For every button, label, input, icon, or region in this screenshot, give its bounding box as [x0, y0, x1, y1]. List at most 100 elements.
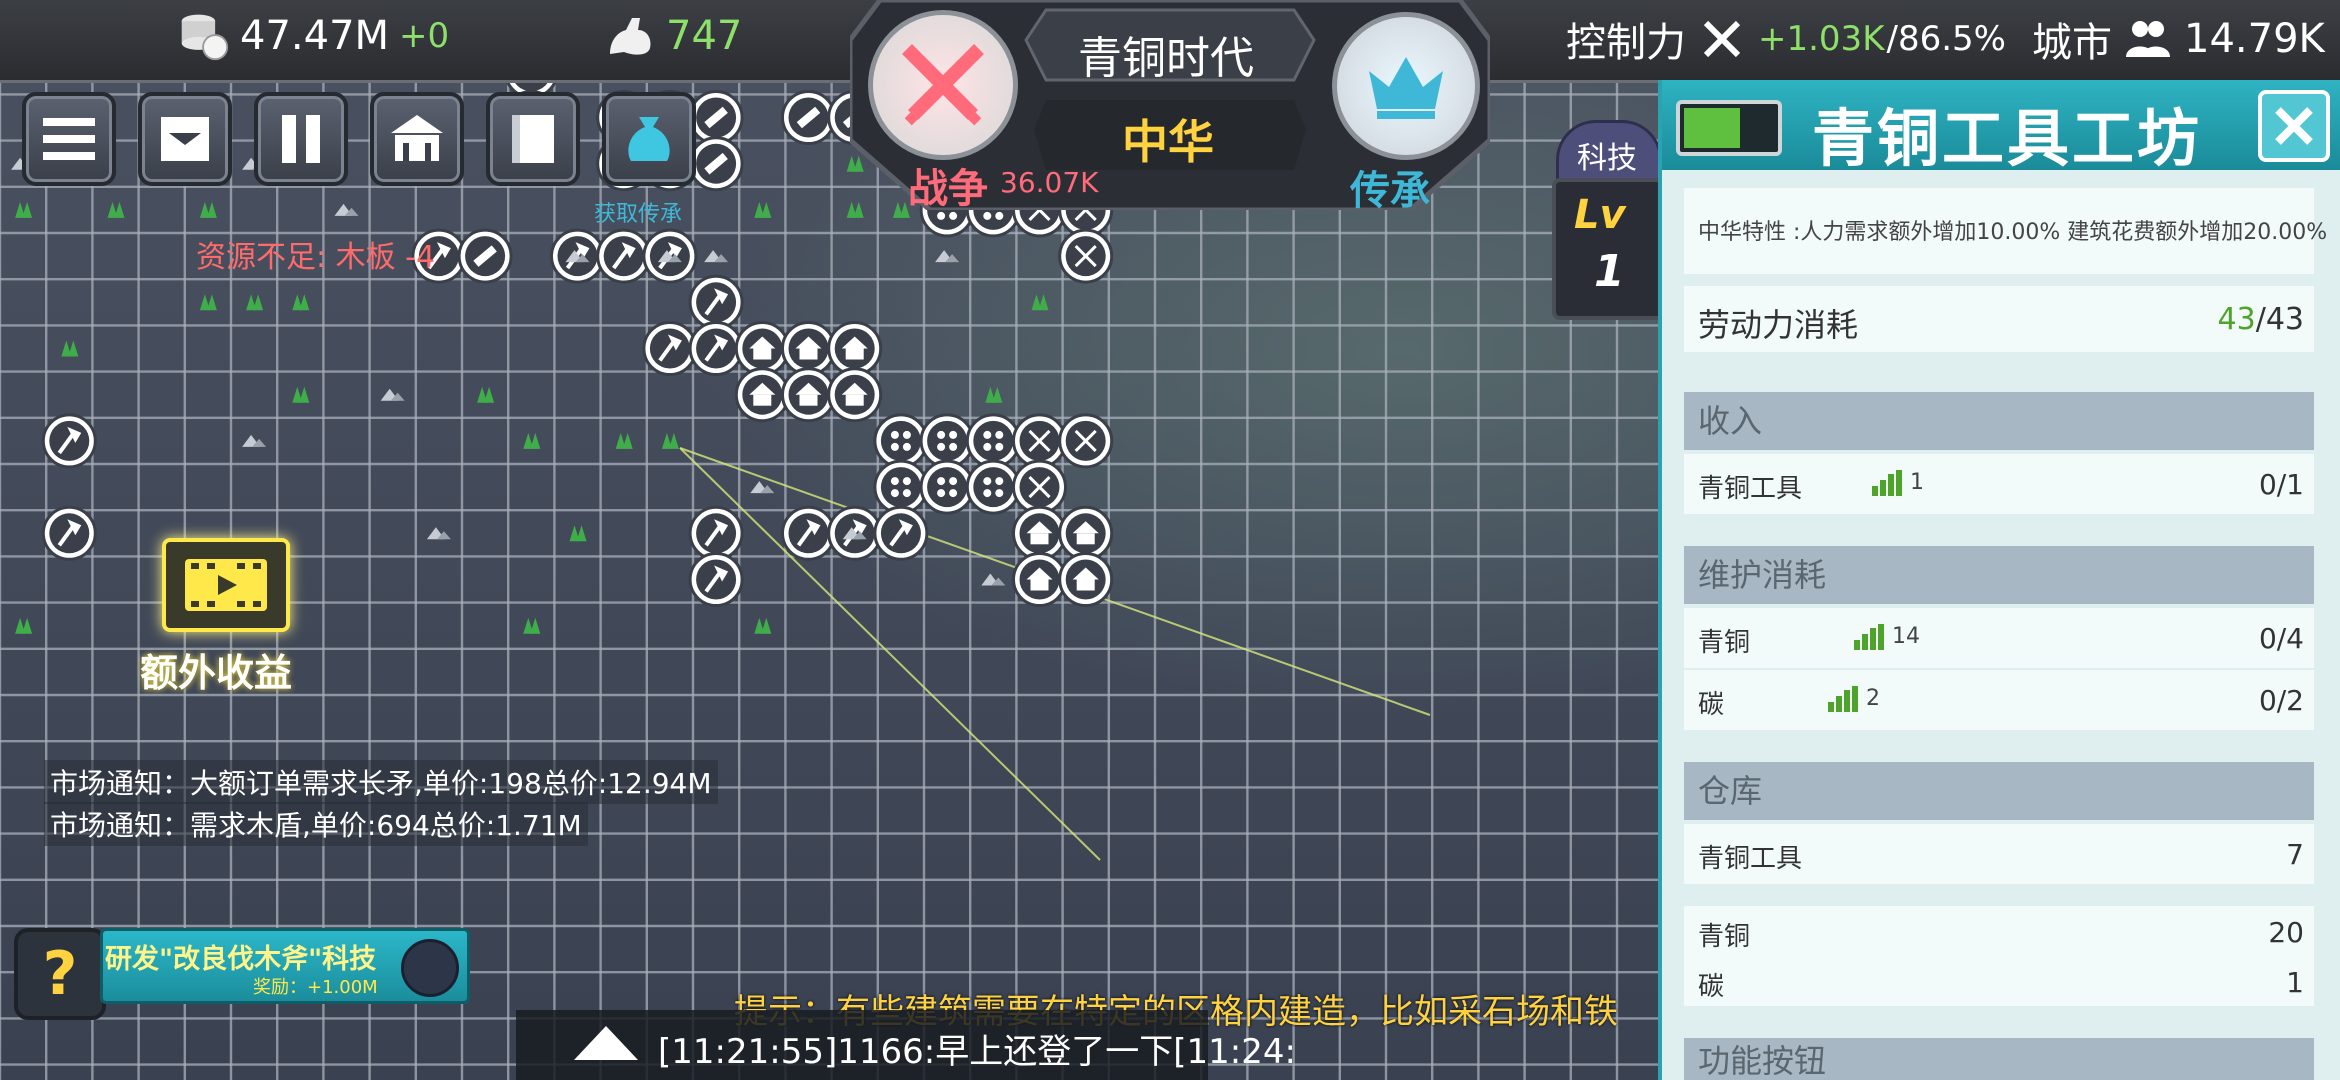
building-tile[interactable] — [41, 413, 97, 469]
help-button[interactable]: ? — [14, 928, 106, 1020]
menu-button[interactable] — [22, 92, 116, 186]
inherit-label: 传承 — [1350, 168, 1430, 214]
building-tile[interactable] — [827, 367, 883, 423]
income-row: 青铜工具 1 0/1 — [1684, 454, 2314, 514]
workshop-toggle[interactable] — [1676, 100, 1782, 156]
building-tile[interactable] — [965, 413, 1021, 469]
building-tile[interactable] — [1012, 552, 1067, 607]
building-tile[interactable] — [1058, 552, 1114, 607]
labor-label: 劳动力消耗 — [1698, 306, 1859, 344]
building-tile[interactable] — [734, 321, 790, 376]
research-title: 研发"改良伐木斧"科技 — [105, 944, 377, 975]
building-tile[interactable] — [688, 552, 744, 607]
building-tile[interactable] — [642, 321, 698, 376]
tree-icon — [661, 432, 679, 449]
pause-button[interactable] — [254, 92, 348, 186]
function-header: 功能按钮 — [1684, 1038, 2314, 1080]
city-value: 14.79K — [2184, 16, 2325, 62]
storage-1-value: 7 — [2286, 838, 2304, 871]
mountain-icon — [935, 250, 960, 263]
building-tile[interactable] — [919, 413, 975, 469]
building-tile[interactable] — [734, 367, 790, 423]
market-notice-2: 市场通知：需求木盾,单价:694总价:1.71M — [44, 802, 588, 846]
research-reward: 奖励：+1.00M — [253, 977, 378, 998]
storage-header: 仓库 — [1684, 762, 2314, 820]
building-tile[interactable] — [1012, 505, 1067, 561]
upkeep-2-name: 碳 — [1698, 690, 1725, 720]
war-emblem[interactable] — [868, 10, 1018, 160]
building-tile[interactable] — [873, 459, 929, 515]
inherit-emblem[interactable] — [1332, 12, 1480, 160]
tech-level-badge[interactable]: 科技 Lv 1 — [1552, 112, 1664, 320]
log-button[interactable] — [486, 92, 580, 186]
building-tile[interactable] — [688, 505, 744, 561]
building-tile[interactable] — [827, 321, 883, 376]
building-tile[interactable] — [688, 136, 744, 192]
trait-row: 中华特性 :人力需求额外增加10.00% 建筑花费额外增加20.00% — [1684, 188, 2327, 274]
upkeep-row-1: 青铜 14 0/4 — [1684, 608, 2314, 668]
city-button[interactable] — [370, 92, 464, 186]
building-tile[interactable] — [688, 274, 744, 330]
tech-label: 科技 — [1577, 141, 1637, 176]
storage-3-value: 1 — [2286, 966, 2304, 999]
tree-icon — [523, 432, 541, 449]
signal-bars-icon — [1828, 686, 1858, 712]
tasks-button[interactable] — [138, 92, 232, 186]
building-tile[interactable] — [1058, 228, 1114, 284]
income-header: 收入 — [1684, 392, 2314, 450]
control-delta: +1.03K — [1758, 19, 1885, 59]
building-tile[interactable] — [596, 228, 652, 284]
pause-icon — [282, 115, 320, 163]
upkeep-row-2: 碳 2 0/2 — [1684, 670, 2314, 730]
building-tile[interactable] — [873, 413, 929, 469]
research-banner[interactable]: 研发"改良伐木斧"科技 奖励：+1.00M — [100, 928, 470, 1004]
storage-2-name: 青铜 — [1698, 922, 1751, 952]
crown-icon — [1369, 57, 1443, 119]
panel-title: 青铜工具工坊 — [1812, 102, 2203, 175]
close-button[interactable] — [2258, 90, 2330, 162]
labor-used: 43 — [2217, 302, 2256, 337]
level-number: 1 — [1594, 246, 1625, 297]
building-tile[interactable] — [781, 321, 836, 376]
income-count: 1 — [1910, 470, 1924, 495]
tree-icon — [1031, 294, 1049, 311]
building-tile[interactable] — [1058, 413, 1114, 469]
upkeep-1-count: 14 — [1892, 624, 1920, 649]
building-tile[interactable] — [457, 228, 513, 284]
tree-icon — [292, 386, 310, 403]
upkeep-2-count: 2 — [1866, 686, 1880, 711]
building-tile[interactable] — [919, 459, 975, 515]
building-tile[interactable] — [1058, 505, 1114, 561]
extra-income-button[interactable] — [162, 538, 290, 632]
mountain-icon — [380, 388, 405, 401]
upkeep-1-name: 青铜 — [1698, 628, 1751, 658]
storage-row-1: 青铜工具 7 — [1684, 824, 2314, 884]
building-tile[interactable] — [965, 459, 1021, 515]
tree-icon — [61, 340, 79, 357]
building-tile[interactable] — [781, 505, 836, 561]
workshop-toggle-fill — [1684, 108, 1740, 148]
gold-value: 47.47M — [240, 13, 390, 59]
inherit-button[interactable] — [602, 92, 696, 186]
tree-icon — [292, 294, 310, 311]
market-notice-1: 市场通知：大额订单需求长矛,单价:198总价:12.94M — [44, 760, 718, 804]
building-tile[interactable] — [688, 90, 744, 145]
chat-expand-icon[interactable] — [566, 1020, 646, 1070]
civ-name: 中华 — [1122, 115, 1214, 169]
mountain-icon — [981, 573, 1006, 586]
building-tile[interactable] — [1012, 413, 1067, 469]
upkeep-1-value: 0/4 — [2258, 622, 2304, 655]
building-tile[interactable] — [41, 505, 97, 561]
building-tile[interactable] — [688, 321, 744, 376]
muscle-icon — [604, 10, 656, 62]
building-tile[interactable] — [781, 90, 836, 145]
tech-tab[interactable]: 科技 — [1556, 120, 1662, 182]
chat-bar[interactable]: [11:21:55]1166:早上还登了一下[11:24: — [516, 1010, 1296, 1080]
building-tile[interactable] — [873, 505, 929, 561]
building-tile[interactable] — [1012, 459, 1067, 515]
income-item: 青铜工具 — [1698, 474, 1803, 504]
building-tile[interactable] — [781, 367, 836, 423]
control-percent: /86.5% — [1886, 19, 2006, 59]
signal-bars-icon — [1872, 470, 1902, 496]
tree-icon — [615, 432, 633, 449]
